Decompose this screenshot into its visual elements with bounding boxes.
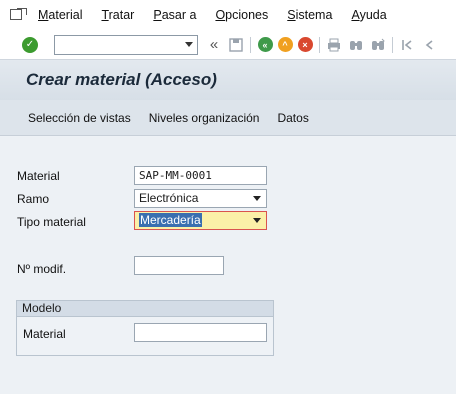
cancel-icon[interactable]: × [297, 37, 313, 53]
data-button[interactable]: Datos [277, 111, 308, 125]
menu-material[interactable]: Material [38, 8, 82, 22]
chevron-down-icon[interactable] [253, 218, 261, 223]
menu-bar: Material Tratar Pasar a Opciones Sistema… [0, 0, 456, 30]
model-material-label: Material [23, 327, 66, 341]
model-material-field[interactable] [134, 323, 267, 342]
toolbar-divider [319, 36, 320, 53]
save-icon[interactable] [228, 37, 244, 53]
material-label: Material [17, 169, 60, 183]
previous-page-icon[interactable] [421, 37, 437, 53]
chevron-down-icon[interactable] [185, 41, 193, 47]
material-value: SAP-MM-0001 [139, 169, 212, 182]
command-input[interactable] [55, 35, 175, 54]
find-icon[interactable] [348, 37, 364, 53]
menu-tratar[interactable]: Tratar [101, 8, 134, 22]
ramo-label: Ramo [17, 192, 50, 206]
command-field[interactable] [54, 34, 198, 55]
org-levels-button[interactable]: Niveles organización [149, 111, 260, 125]
select-views-button[interactable]: Selección de vistas [28, 111, 131, 125]
model-group-title: Modelo [17, 301, 273, 317]
toolbar-divider [250, 36, 251, 53]
title-bar: Crear material (Acceso) [0, 60, 456, 100]
back-icon[interactable]: « [257, 37, 273, 53]
toolbar-divider [392, 36, 393, 53]
find-next-icon[interactable] [370, 37, 386, 53]
first-page-icon[interactable] [399, 37, 415, 53]
ramo-dropdown[interactable]: Electrónica [134, 189, 267, 208]
print-icon[interactable] [326, 37, 342, 53]
window-menu-icon[interactable] [10, 8, 28, 22]
menu-sistema[interactable]: Sistema [287, 8, 332, 22]
tipo-material-label: Tipo material [17, 215, 86, 229]
modif-label: Nº modif. [17, 262, 67, 276]
tipo-material-value: Mercadería [139, 213, 202, 227]
form-area: Material SAP-MM-0001 Ramo Electrónica Ti… [0, 137, 456, 394]
tipo-material-dropdown[interactable]: Mercadería [134, 211, 267, 230]
menu-opciones[interactable]: Opciones [215, 8, 268, 22]
modif-field[interactable] [134, 256, 224, 275]
exit-icon[interactable]: ^ [277, 37, 293, 53]
enter-checkmark-icon[interactable]: ✓ [22, 36, 38, 53]
collapse-icon[interactable]: « [206, 36, 222, 53]
page-title: Crear material (Acceso) [26, 70, 217, 89]
standard-toolbar: ✓ « « ^ × [0, 30, 456, 60]
model-group: Modelo Material [16, 300, 274, 356]
chevron-down-icon[interactable] [253, 196, 261, 201]
menu-pasar-a[interactable]: Pasar a [153, 8, 196, 22]
application-toolbar: Selección de vistas Niveles organización… [0, 100, 456, 136]
ramo-value: Electrónica [139, 191, 199, 205]
material-field[interactable]: SAP-MM-0001 [134, 166, 267, 185]
menu-ayuda[interactable]: Ayuda [351, 8, 386, 22]
